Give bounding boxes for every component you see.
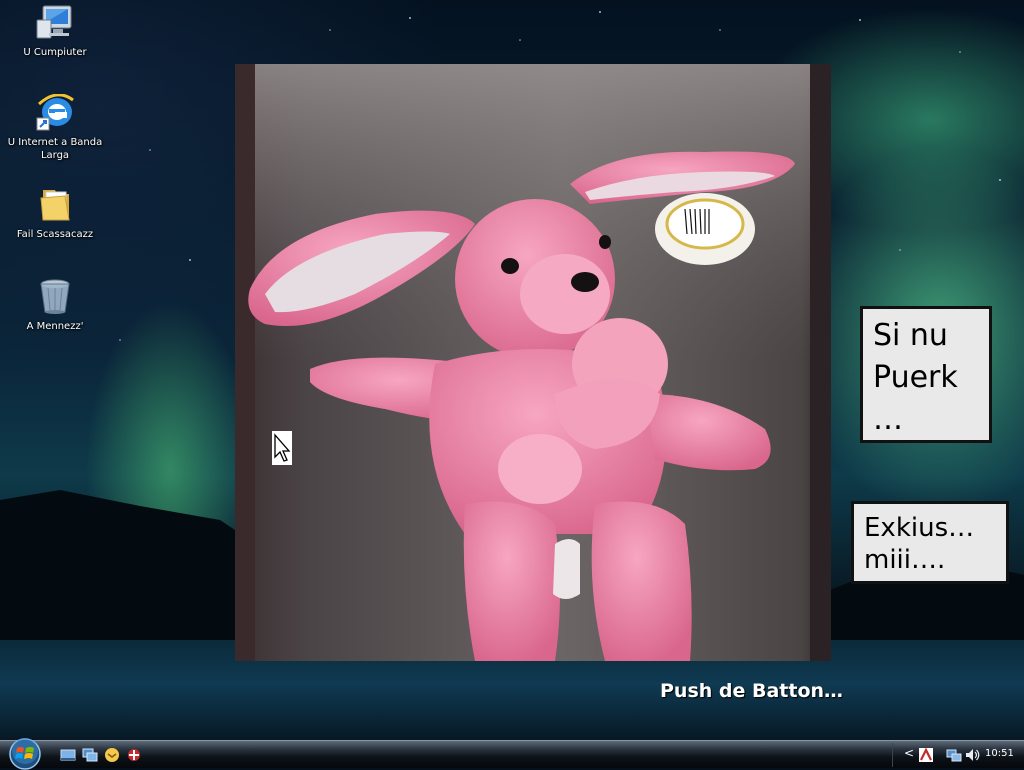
desktop-icon-folder[interactable]: Fail Scassacazz bbox=[0, 186, 110, 241]
taskbar-clock[interactable]: 10:51 bbox=[985, 748, 1014, 759]
callout-box-exkius-miii: Exkius… miii…. bbox=[851, 501, 1009, 584]
folder-icon bbox=[40, 190, 70, 221]
recycle-bin-icon bbox=[40, 279, 70, 314]
callout-line: … bbox=[873, 402, 903, 437]
switch-windows-icon[interactable] bbox=[82, 747, 98, 763]
callout-line: Exkius… bbox=[864, 513, 975, 543]
desktop-icon-internet[interactable]: U Internet a Banda Larga bbox=[0, 94, 110, 162]
antivirus-tray-icon[interactable] bbox=[918, 747, 934, 763]
internet-explorer-icon bbox=[36, 94, 74, 131]
windows-start-orb-icon[interactable] bbox=[6, 738, 44, 770]
desktop-icon-label: A Mennezz' bbox=[26, 321, 84, 332]
messenger-icon[interactable] bbox=[104, 747, 120, 763]
desktop-icon-label: U Internet a Banda Larga bbox=[7, 137, 103, 161]
callout-box-si-nu-puerk: Si nu Puerk … bbox=[860, 306, 992, 443]
show-desktop-icon[interactable] bbox=[60, 747, 76, 763]
computer-icon bbox=[36, 5, 72, 39]
network-icon[interactable] bbox=[946, 747, 962, 763]
push-the-button-label: Push de Batton… bbox=[660, 680, 844, 702]
desktop-icon-label: Fail Scassacazz bbox=[16, 229, 94, 240]
desktop-icon-label: U Cumpiuter bbox=[23, 47, 87, 58]
desktop-icon-computer[interactable]: U Cumpiuter bbox=[0, 4, 110, 59]
taskbar: < 10:51 bbox=[0, 738, 1024, 770]
antivirus-icon[interactable] bbox=[126, 747, 142, 763]
callout-line: Si nu bbox=[873, 318, 948, 353]
desktop-icon-recycle-bin[interactable]: A Mennezz' bbox=[0, 278, 110, 333]
callout-line: Puerk bbox=[873, 360, 958, 395]
callout-line: miii…. bbox=[864, 545, 946, 575]
mouse-cursor bbox=[272, 431, 292, 465]
tray-divider bbox=[892, 743, 893, 767]
volume-icon[interactable] bbox=[964, 747, 980, 763]
pink-plush-bunny-image bbox=[235, 64, 831, 661]
